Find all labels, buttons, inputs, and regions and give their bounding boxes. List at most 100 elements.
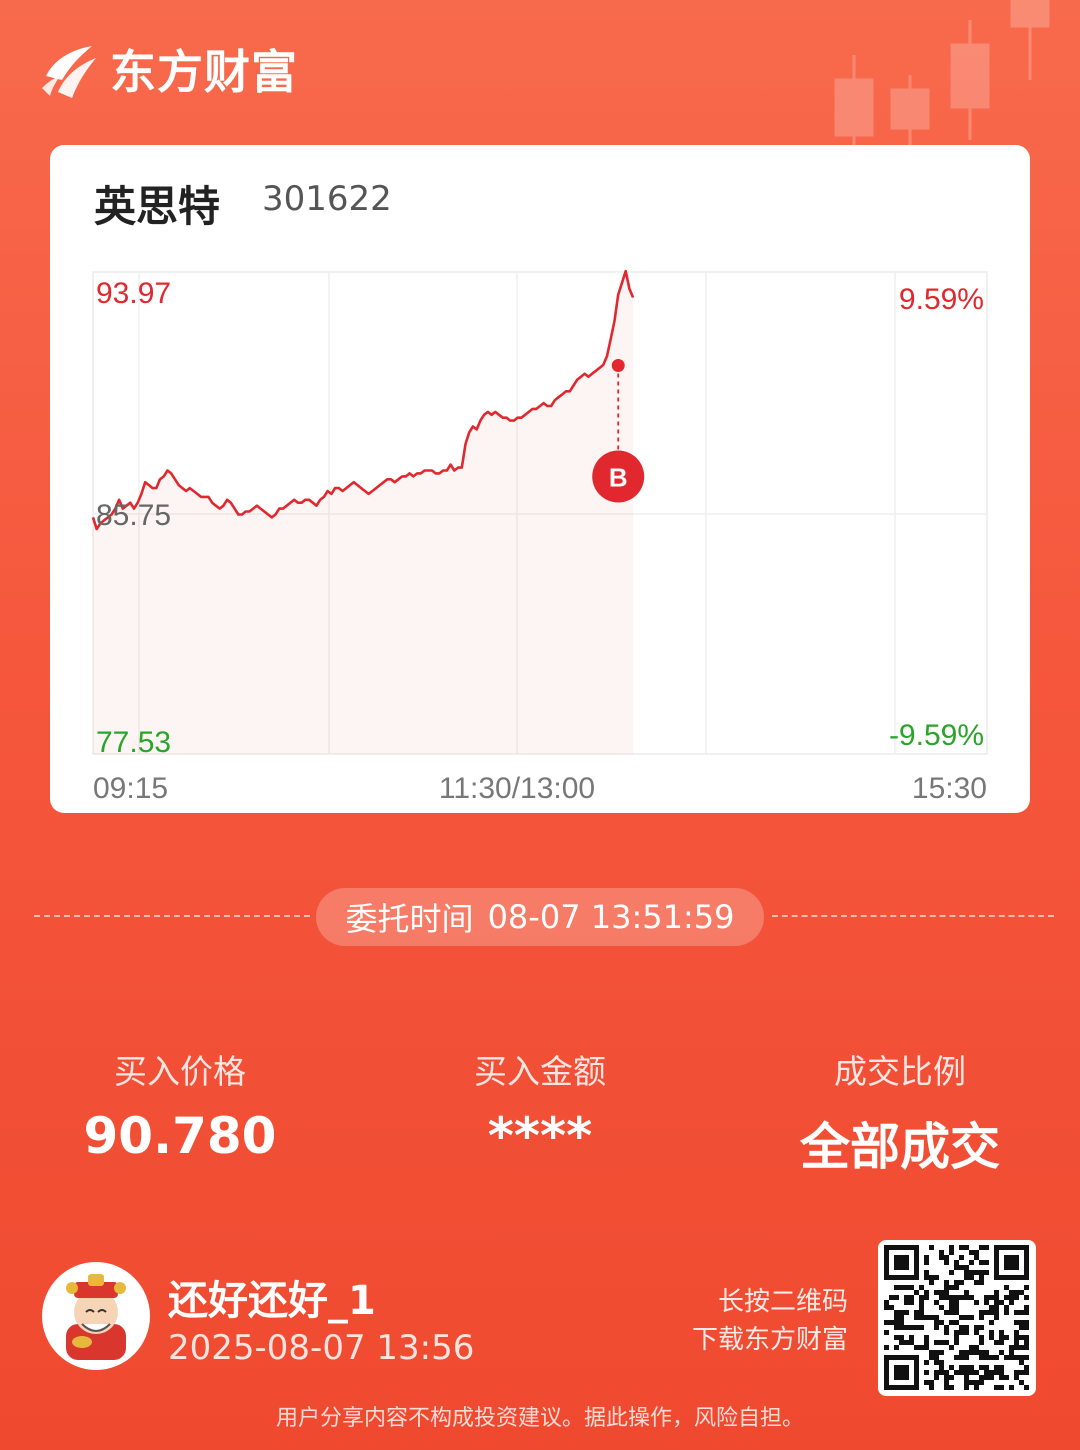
qr-module <box>1009 1385 1014 1390</box>
qr-module <box>1019 1380 1024 1385</box>
qr-module <box>979 1270 984 1275</box>
qr-module <box>1024 1285 1029 1290</box>
qr-module <box>1024 1355 1029 1360</box>
qr-module <box>894 1255 899 1260</box>
qr-module <box>929 1245 934 1250</box>
qr-module <box>969 1315 974 1320</box>
qr-module <box>914 1290 919 1295</box>
qr-module <box>1009 1265 1014 1270</box>
qr-module <box>919 1300 924 1305</box>
qr-module <box>994 1290 999 1295</box>
qr-module <box>989 1335 994 1340</box>
qr-module <box>984 1350 989 1355</box>
qr-module <box>1014 1265 1019 1270</box>
order-time-pill: 委托时间 08-07 13:51:59 <box>316 888 764 946</box>
qr-module <box>964 1265 969 1270</box>
qr-code-icon <box>884 1245 1029 1390</box>
qr-module <box>914 1355 919 1360</box>
qr-module <box>934 1300 939 1305</box>
qr-module <box>1004 1285 1009 1290</box>
qr-module <box>889 1305 894 1310</box>
qr-module <box>949 1310 954 1315</box>
qr-module <box>899 1260 904 1265</box>
qr-module <box>959 1280 964 1285</box>
qr-module <box>1024 1250 1029 1255</box>
qr-module <box>1014 1330 1019 1335</box>
qr-module <box>944 1260 949 1265</box>
qr-module <box>999 1300 1004 1305</box>
qr-module <box>894 1295 899 1300</box>
qr-module <box>944 1325 949 1330</box>
qr-module <box>1009 1295 1014 1300</box>
qr-module <box>924 1255 929 1260</box>
qr-module <box>964 1270 969 1275</box>
x-tick-label: 11:30/13:00 <box>439 772 595 805</box>
pct-label-high: 9.59% <box>899 283 984 316</box>
qr-module <box>959 1265 964 1270</box>
qr-module <box>934 1375 939 1380</box>
qr-module <box>914 1275 919 1280</box>
qr-module <box>899 1370 904 1375</box>
qr-module <box>1024 1370 1029 1375</box>
qr-module <box>899 1265 904 1270</box>
qr-module <box>974 1345 979 1350</box>
qr-module <box>899 1325 904 1330</box>
qr-module <box>949 1295 954 1300</box>
qr-module <box>959 1365 964 1370</box>
qr-module <box>944 1255 949 1260</box>
qr-module <box>889 1385 894 1390</box>
qr-module <box>1004 1310 1009 1315</box>
qr-module <box>914 1375 919 1380</box>
qr-module <box>884 1370 889 1375</box>
qr-module <box>1009 1345 1014 1350</box>
qr-module <box>884 1330 889 1335</box>
qr-module <box>954 1305 959 1310</box>
qr-module <box>934 1320 939 1325</box>
qr-module <box>929 1275 934 1280</box>
qr-module <box>894 1285 899 1290</box>
qr-module <box>1004 1260 1009 1265</box>
qr-module <box>919 1310 924 1315</box>
qr-module <box>989 1310 994 1315</box>
qr-module <box>904 1275 909 1280</box>
qr-module <box>894 1245 899 1250</box>
qr-module <box>899 1340 904 1345</box>
qr-module <box>984 1375 989 1380</box>
qr-module <box>914 1385 919 1390</box>
qr-module <box>924 1260 929 1265</box>
qr-module <box>914 1310 919 1315</box>
qr-module <box>974 1255 979 1260</box>
qr-module <box>994 1275 999 1280</box>
qr-module <box>979 1380 984 1385</box>
qr-module <box>939 1340 944 1345</box>
qr-module <box>959 1295 964 1300</box>
qr-module <box>1009 1260 1014 1265</box>
qr-module <box>979 1315 984 1320</box>
qr-module <box>1024 1305 1029 1310</box>
qr-module <box>884 1380 889 1385</box>
qr-module <box>949 1305 954 1310</box>
qr-module <box>949 1245 954 1250</box>
qr-module <box>974 1280 979 1285</box>
stat-buy-amount: 买入金额 **** <box>390 1045 690 1165</box>
qr-module <box>1009 1255 1014 1260</box>
user-avatar[interactable] <box>42 1262 150 1370</box>
qr-module <box>979 1325 984 1330</box>
qr-module <box>1004 1335 1009 1340</box>
qr-module <box>939 1365 944 1370</box>
qr-module <box>959 1325 964 1330</box>
qr-code[interactable] <box>878 1240 1036 1396</box>
price-area-fill <box>93 271 634 754</box>
qr-module <box>984 1245 989 1250</box>
qr-module <box>929 1380 934 1385</box>
stat-value: 90.780 <box>83 1107 277 1165</box>
qr-module <box>884 1265 889 1270</box>
qr-module <box>994 1340 999 1345</box>
qr-module <box>1009 1350 1014 1355</box>
qr-module <box>1019 1245 1024 1250</box>
qr-module <box>979 1365 984 1370</box>
qr-module <box>904 1340 909 1345</box>
qr-module <box>899 1315 904 1320</box>
qr-module <box>959 1355 964 1360</box>
qr-module <box>974 1385 979 1390</box>
